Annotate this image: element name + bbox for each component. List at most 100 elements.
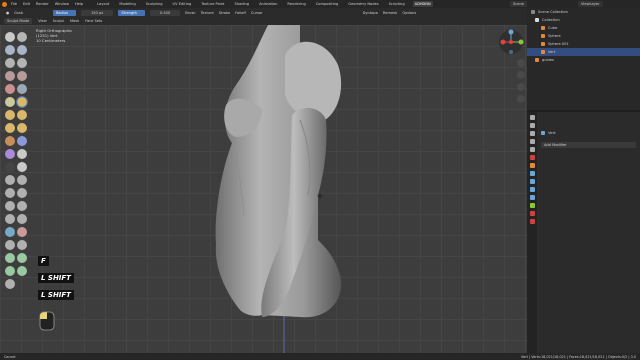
- blender-logo-icon[interactable]: [2, 1, 7, 7]
- crease-brush-icon[interactable]: [5, 84, 15, 94]
- render-tab-icon[interactable]: [529, 123, 535, 128]
- tab-uv-editing[interactable]: UV Editing: [171, 1, 194, 7]
- falloff-menu[interactable]: Falloff: [235, 11, 246, 15]
- mask-menu[interactable]: Mask: [70, 19, 79, 23]
- rotate-brush-icon[interactable]: [5, 136, 15, 146]
- zoom-icon[interactable]: [517, 59, 525, 67]
- view-layer-selector[interactable]: ViewLayer: [578, 1, 603, 7]
- dyntopo-toggle[interactable]: Dyntopo: [363, 11, 378, 15]
- navigation-gizmo[interactable]: [498, 29, 524, 55]
- tab-adhdnn[interactable]: ADHDNN: [412, 1, 433, 7]
- tab-layout[interactable]: Layout: [95, 1, 111, 7]
- tab-rendering[interactable]: Rendering: [285, 1, 307, 7]
- sculpt-mesh[interactable]: [0, 25, 527, 353]
- tab-shading[interactable]: Shading: [232, 1, 251, 7]
- strength-value[interactable]: 0.400: [149, 9, 181, 16]
- outliner-row-sphere[interactable]: Sphere: [527, 32, 640, 40]
- modifier-wrench-icon[interactable]: [529, 171, 535, 176]
- outliner-row-sphere-001[interactable]: Sphere.001: [527, 40, 640, 48]
- camera-icon[interactable]: [517, 83, 525, 91]
- scale-icon[interactable]: [5, 266, 15, 276]
- tab-modeling[interactable]: Modeling: [117, 1, 137, 7]
- outliner-row-guides[interactable]: guides: [527, 56, 640, 64]
- transform-icon[interactable]: [17, 266, 27, 276]
- perspective-grid-icon[interactable]: [517, 95, 525, 103]
- texture-tab-icon[interactable]: [529, 219, 535, 224]
- material-tab-icon[interactable]: [529, 211, 535, 216]
- menu-help[interactable]: Help: [75, 2, 83, 6]
- box-hide-icon[interactable]: [17, 188, 27, 198]
- tab-texture-paint[interactable]: Texture Paint: [199, 1, 226, 7]
- radius-field[interactable]: Radius: [52, 9, 76, 16]
- move-icon[interactable]: [5, 253, 15, 263]
- nudge-brush-icon[interactable]: [17, 123, 27, 133]
- radius-value[interactable]: 150 px: [80, 9, 114, 16]
- mask-by-color-icon[interactable]: [17, 240, 27, 250]
- box-mask-icon[interactable]: [5, 188, 15, 198]
- cloth-brush-icon[interactable]: [17, 149, 27, 159]
- box-trim-icon[interactable]: [17, 201, 27, 211]
- pan-hand-icon[interactable]: [517, 71, 525, 79]
- inflate-brush-icon[interactable]: [5, 71, 15, 81]
- data-tab-icon[interactable]: [529, 203, 535, 208]
- smooth-brush-icon[interactable]: [17, 84, 27, 94]
- outliner-row-vert[interactable]: Vert: [527, 48, 640, 56]
- simplify-brush-icon[interactable]: [5, 162, 15, 172]
- sculpt-menu[interactable]: Sculpt: [53, 19, 64, 23]
- view-layer-tab-icon[interactable]: [529, 139, 535, 144]
- annotate-icon[interactable]: [5, 279, 15, 289]
- tab-compositing[interactable]: Compositing: [314, 1, 341, 7]
- cloth-filter-icon[interactable]: [5, 227, 15, 237]
- remesh-menu[interactable]: Remesh: [383, 11, 397, 15]
- clay-thumb-brush-icon[interactable]: [5, 58, 15, 68]
- object-tab-icon[interactable]: [529, 163, 535, 168]
- rotate-icon[interactable]: [17, 253, 27, 263]
- box-face-set-icon[interactable]: [5, 201, 15, 211]
- thumb-brush-icon[interactable]: [17, 110, 27, 120]
- menu-file[interactable]: File: [11, 2, 17, 6]
- particles-tab-icon[interactable]: [529, 179, 535, 184]
- face-sets-menu[interactable]: Face Sets: [85, 19, 102, 23]
- draw-face-sets-icon[interactable]: [5, 175, 15, 185]
- stroke-menu[interactable]: Stroke: [219, 11, 230, 15]
- tab-scripting[interactable]: Scripting: [387, 1, 407, 7]
- mode-selector[interactable]: Sculpt Mode: [4, 18, 33, 24]
- flatten-brush-icon[interactable]: [5, 97, 15, 107]
- multires-displacement-icon[interactable]: [17, 175, 27, 185]
- brush-menu[interactable]: Brush: [185, 11, 195, 15]
- tab-geometry-nodes[interactable]: Geometry Nodes: [346, 1, 380, 7]
- outliner-row-cube[interactable]: Cube: [527, 24, 640, 32]
- view-menu[interactable]: View: [38, 19, 47, 23]
- scene-selector[interactable]: Scene: [510, 1, 527, 7]
- 3d-viewport[interactable]: Right Orthographic (1251) Vert 10 Centim…: [0, 25, 527, 353]
- menu-edit[interactable]: Edit: [23, 2, 30, 6]
- mesh-filter-icon[interactable]: [17, 214, 27, 224]
- scene-tab-icon[interactable]: [529, 147, 535, 152]
- tab-sculpting[interactable]: Sculpting: [144, 1, 165, 7]
- draw-brush-icon[interactable]: [5, 32, 15, 42]
- menu-window[interactable]: Window: [55, 2, 69, 6]
- brush-icon[interactable]: ●: [6, 11, 9, 15]
- color-filter-icon[interactable]: [17, 227, 27, 237]
- layer-brush-icon[interactable]: [17, 58, 27, 68]
- cursor-menu[interactable]: Cursor: [251, 11, 263, 15]
- line-project-icon[interactable]: [5, 214, 15, 224]
- snake-hook-brush-icon[interactable]: [5, 110, 15, 120]
- clay-strips-brush-icon[interactable]: [17, 45, 27, 55]
- strength-field[interactable]: Strength: [118, 9, 145, 16]
- physics-tab-icon[interactable]: [529, 187, 535, 192]
- tool-tab-icon[interactable]: [529, 115, 535, 120]
- add-modifier-button[interactable]: Add Modifier: [541, 142, 636, 148]
- draw-sharp-brush-icon[interactable]: [17, 32, 27, 42]
- slide-relax-brush-icon[interactable]: [17, 136, 27, 146]
- mask-brush-icon[interactable]: [17, 162, 27, 172]
- tab-animation[interactable]: Animation: [257, 1, 279, 7]
- output-tab-icon[interactable]: [529, 131, 535, 136]
- texture-menu[interactable]: Texture: [201, 11, 214, 15]
- pose-brush-icon[interactable]: [5, 123, 15, 133]
- grab-brush-icon[interactable]: [16, 96, 28, 108]
- clay-brush-icon[interactable]: [5, 45, 15, 55]
- outliner-row-collection[interactable]: Collection: [527, 16, 640, 24]
- options-menu[interactable]: Options: [402, 11, 416, 15]
- outliner-scene-collection[interactable]: Scene Collection: [527, 8, 640, 16]
